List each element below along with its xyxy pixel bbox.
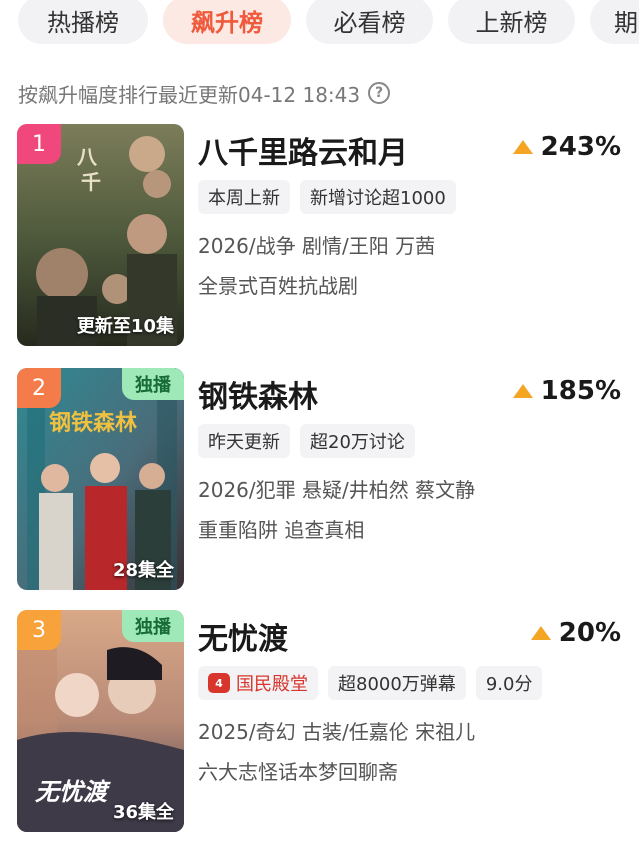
show-meta: 2026/犯罪 悬疑/井柏然 蔡文静 bbox=[198, 478, 476, 502]
trend-up-icon bbox=[530, 626, 551, 640]
show-title[interactable]: 八千里路云和月 bbox=[198, 128, 408, 172]
trend-indicator: 185% bbox=[512, 376, 621, 406]
ranking-subtitle: 按飙升幅度排行最近更新04-12 18:43 ? bbox=[18, 78, 391, 108]
svg-text:无忧渡: 无忧渡 bbox=[35, 777, 111, 806]
poster-image[interactable]: 无忧渡 3 独播 36集全 bbox=[17, 610, 184, 832]
tab-more[interactable]: 期 bbox=[590, 0, 639, 44]
help-icon[interactable]: ? bbox=[368, 82, 391, 104]
trend-up-icon bbox=[512, 384, 533, 398]
show-title[interactable]: 无忧渡 bbox=[198, 614, 288, 658]
update-time-text: 按飙升幅度排行最近更新04-12 18:43 bbox=[18, 82, 361, 107]
episodes-label: 36集全 bbox=[112, 802, 174, 823]
rank-badge: 2 bbox=[17, 368, 61, 408]
tab-new[interactable]: 上新榜 bbox=[448, 0, 575, 44]
trend-up-icon bbox=[512, 140, 533, 154]
show-description: 全景式百姓抗战剧 bbox=[198, 274, 358, 298]
tag: 新增讨论超1000 bbox=[300, 180, 456, 214]
show-meta: 2025/奇幻 古装/任嘉伦 宋祖儿 bbox=[198, 720, 476, 744]
tab-must-watch[interactable]: 必看榜 bbox=[306, 0, 433, 44]
tab-rising[interactable]: 飙升榜 bbox=[163, 0, 291, 44]
tag-list: 4 国民殿堂 超8000万弹幕 9.0分 bbox=[198, 666, 543, 700]
tag: 昨天更新 bbox=[198, 424, 290, 458]
ranking-tabs: 热播榜 飙升榜 必看榜 上新榜 期 bbox=[0, 0, 639, 50]
tab-hot[interactable]: 热播榜 bbox=[18, 0, 148, 44]
rank-badge: 1 bbox=[17, 124, 61, 164]
ranking-item[interactable]: 钢铁森林 2 独播 28集全 钢铁森林 185% 昨天更新 超20万讨论 202… bbox=[0, 368, 639, 592]
poster-image[interactable]: 钢铁森林 2 独播 28集全 bbox=[17, 368, 184, 590]
svg-text:钢铁森林: 钢铁森林 bbox=[49, 410, 137, 436]
trend-indicator: 20% bbox=[530, 618, 621, 648]
ranking-item[interactable]: 无忧渡 3 独播 36集全 无忧渡 20% 4 国民殿堂 超8000万弹幕 9.… bbox=[0, 610, 639, 834]
tag: 本周上新 bbox=[198, 180, 290, 214]
trend-percent: 185% bbox=[540, 376, 621, 406]
show-title[interactable]: 钢铁森林 bbox=[198, 372, 318, 416]
trend-percent: 20% bbox=[558, 618, 621, 648]
tag: 9.0分 bbox=[475, 666, 543, 700]
rank-badge: 3 bbox=[17, 610, 61, 650]
tag: 超8000万弹幕 bbox=[328, 666, 466, 700]
hall-badge-icon: 4 bbox=[208, 673, 230, 693]
tag: 超20万讨论 bbox=[300, 424, 415, 458]
svg-text:八: 八 bbox=[77, 145, 98, 169]
show-description: 重重陷阱 追查真相 bbox=[198, 518, 365, 542]
tag-list: 昨天更新 超20万讨论 bbox=[198, 424, 415, 458]
episodes-label: 28集全 bbox=[112, 560, 174, 581]
tag-list: 本周上新 新增讨论超1000 bbox=[198, 180, 456, 214]
ranking-item[interactable]: 八 千 1 更新至10集 八千里路云和月 243% 本周上新 新增讨论超1000… bbox=[0, 124, 639, 348]
hall-label: 国民殿堂 bbox=[236, 674, 308, 695]
poster-image[interactable]: 八 千 1 更新至10集 bbox=[17, 124, 184, 346]
show-meta: 2026/战争 剧情/王阳 万茜 bbox=[198, 234, 436, 258]
show-description: 六大志怪话本梦回聊斋 bbox=[198, 760, 398, 784]
svg-text:千: 千 bbox=[81, 170, 101, 194]
exclusive-badge: 独播 bbox=[122, 610, 184, 642]
exclusive-badge: 独播 bbox=[122, 368, 184, 400]
episodes-label: 更新至10集 bbox=[76, 316, 174, 337]
national-hall-tag: 4 国民殿堂 bbox=[198, 666, 318, 700]
trend-percent: 243% bbox=[540, 132, 621, 162]
trend-indicator: 243% bbox=[512, 132, 621, 162]
